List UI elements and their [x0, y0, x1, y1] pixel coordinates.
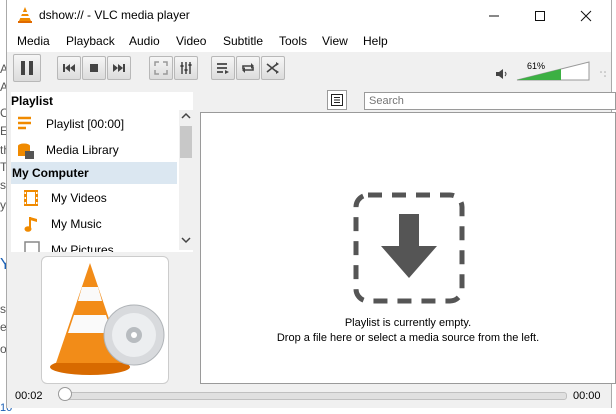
sidebar-item-media-library[interactable]: Media Library: [15, 138, 177, 162]
shuffle-button[interactable]: [261, 56, 285, 80]
menu-help[interactable]: Help: [363, 34, 388, 48]
window-title: dshow:// - VLC media player: [39, 8, 190, 22]
menu-media[interactable]: Media: [17, 34, 50, 48]
menu-audio[interactable]: Audio: [129, 34, 160, 48]
shuffle-icon: [266, 62, 279, 74]
speaker-icon[interactable]: [495, 68, 509, 80]
sidebar-scrollbar[interactable]: [179, 110, 193, 250]
my-computer-header-row: My Computer: [11, 162, 177, 184]
sidebar-item-my-videos[interactable]: My Videos: [15, 186, 177, 210]
pause-icon: [21, 61, 33, 75]
total-time[interactable]: 00:00: [573, 390, 601, 402]
chevron-down-icon[interactable]: [181, 236, 191, 244]
minimize-icon: [489, 15, 499, 17]
my-computer-header: My Computer: [12, 166, 89, 180]
sidebar: Playlist Playlist [00:00] Media Library …: [11, 92, 193, 252]
minimize-button[interactable]: [471, 0, 517, 30]
playlist-icon: [18, 116, 31, 130]
menu-playback[interactable]: Playback: [66, 34, 115, 48]
resize-grip-icon: [600, 71, 606, 77]
skip-back-icon: [63, 64, 75, 72]
fullscreen-button[interactable]: [149, 56, 173, 80]
search-input[interactable]: [365, 93, 613, 109]
loop-icon: [242, 63, 254, 73]
sidebar-item-label: My Videos: [51, 191, 107, 205]
toggle-playlist-button[interactable]: [211, 56, 235, 80]
extended-settings-button[interactable]: [174, 56, 198, 80]
stop-icon: [90, 64, 98, 72]
menu-video[interactable]: Video: [176, 34, 206, 48]
vlc-cone-icon: [18, 7, 32, 23]
sidebar-item-label: Playlist [00:00]: [46, 117, 125, 131]
pause-button[interactable]: [13, 54, 41, 82]
stop-button[interactable]: [82, 56, 106, 80]
sidebar-item-playlist[interactable]: Playlist [00:00]: [15, 112, 177, 136]
elapsed-time[interactable]: 00:02: [15, 390, 43, 402]
album-art: [41, 256, 169, 384]
playlist-view-button[interactable]: [327, 90, 347, 110]
menu-subtitle[interactable]: Subtitle: [223, 34, 263, 48]
film-icon: [24, 190, 38, 206]
music-note-icon: [24, 217, 37, 232]
title-bar: dshow:// - VLC media player: [7, 0, 611, 30]
drop-arrow-icon: [353, 192, 465, 304]
playlist-area[interactable]: Playlist is currently empty. Drop a file…: [200, 112, 616, 384]
seek-handle[interactable]: [58, 387, 72, 401]
list-view-icon: [331, 94, 343, 106]
fullscreen-icon: [154, 61, 168, 75]
menu-view[interactable]: View: [322, 34, 348, 48]
previous-button[interactable]: [57, 56, 81, 80]
pictures-icon: [24, 241, 40, 252]
search-box[interactable]: [364, 92, 616, 110]
playlist-toggle-icon: [217, 63, 229, 74]
equalizer-icon: [180, 62, 192, 74]
sidebar-item-label: My Music: [51, 217, 102, 231]
vlc-window: dshow:// - VLC media player Media Playba…: [6, 0, 616, 408]
close-button[interactable]: [563, 0, 609, 30]
scrollbar-thumb[interactable]: [180, 126, 192, 158]
next-button[interactable]: [107, 56, 131, 80]
loop-button[interactable]: [236, 56, 260, 80]
skip-forward-icon: [113, 64, 125, 72]
media-library-icon: [18, 143, 34, 159]
playlist-header: Playlist: [11, 94, 54, 108]
volume-percent: 61%: [527, 61, 546, 71]
empty-message: Playlist is currently empty.: [344, 317, 472, 329]
maximize-button[interactable]: [517, 0, 563, 30]
sidebar-item-my-pictures[interactable]: My Pictures: [15, 238, 177, 252]
empty-hint: Drop a file here or select a media sourc…: [276, 332, 540, 344]
sidebar-item-label: My Pictures: [51, 243, 114, 252]
close-icon: [580, 10, 592, 22]
seek-bar[interactable]: [59, 392, 567, 400]
chevron-up-icon[interactable]: [181, 112, 191, 120]
maximize-icon: [535, 11, 545, 22]
vlc-cone-cd-icon: [50, 263, 165, 375]
sidebar-item-label: Media Library: [46, 143, 119, 157]
sidebar-item-my-music[interactable]: My Music: [15, 212, 177, 236]
menu-tools[interactable]: Tools: [279, 34, 307, 48]
